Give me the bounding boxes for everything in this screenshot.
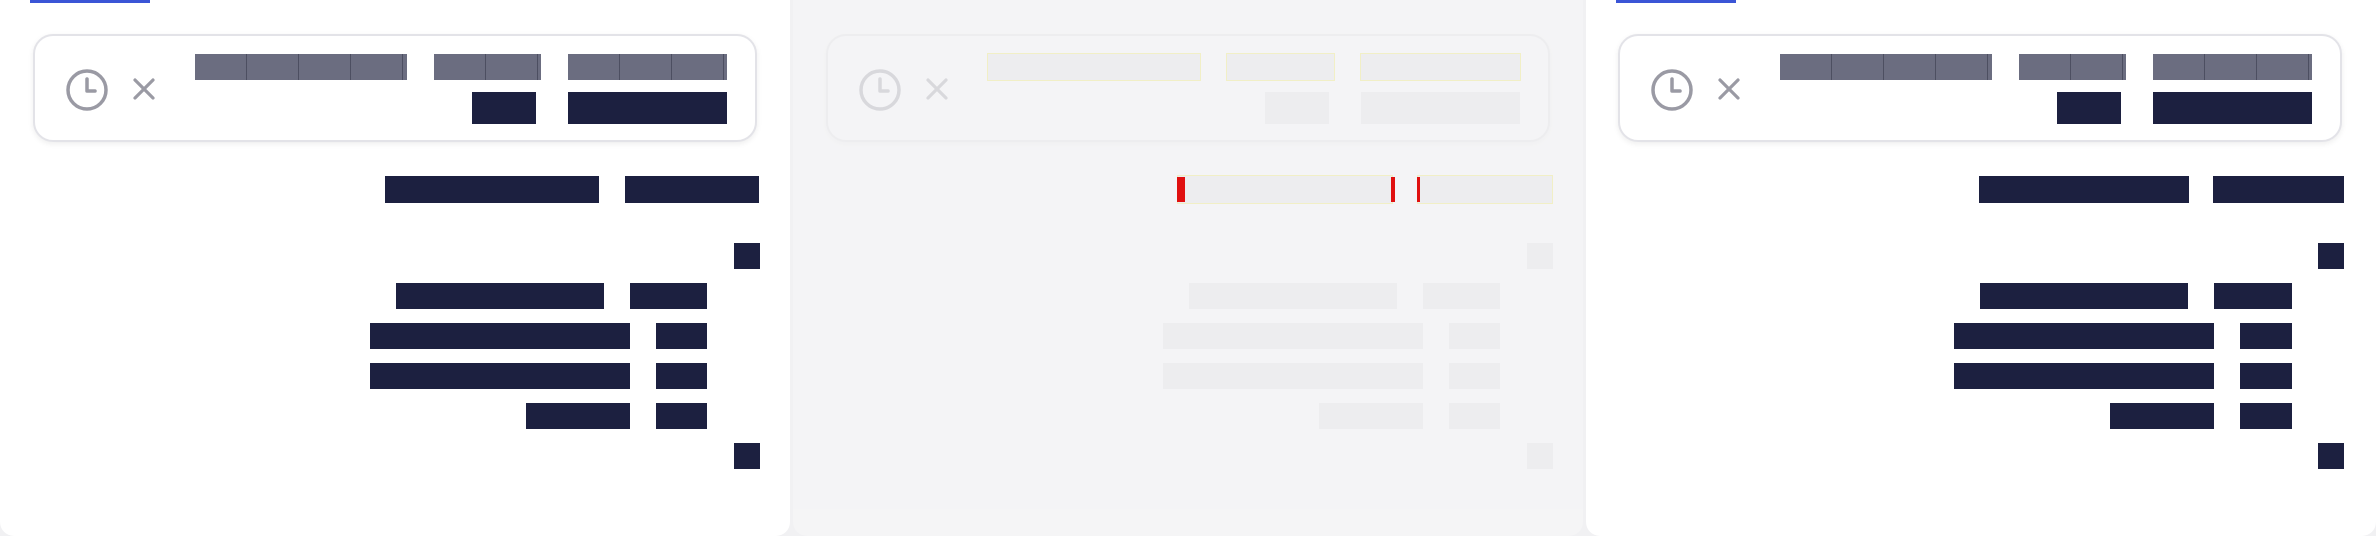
row-1-label-redacted — [1980, 283, 2188, 309]
close-icon[interactable] — [131, 76, 157, 102]
card-time-redacted — [2153, 54, 2312, 80]
row-1-value-redacted — [2214, 283, 2292, 309]
row-3-value-redacted — [656, 363, 707, 389]
clock-icon — [859, 69, 901, 111]
row-3-value-redacted — [2240, 363, 2292, 389]
history-card[interactable] — [1618, 34, 2342, 142]
card-title-placeholder — [987, 53, 1201, 81]
card-value-redacted — [568, 92, 727, 124]
row-2-label-placeholder — [1163, 323, 1423, 349]
diff-marker — [1391, 177, 1395, 202]
card-label-redacted — [472, 92, 536, 124]
heading-value-placeholder — [1417, 175, 1553, 204]
row-3-label-placeholder — [1163, 363, 1423, 389]
heading-redacted — [1979, 176, 2189, 203]
row-4-value-placeholder — [1449, 403, 1500, 429]
close-icon[interactable] — [1716, 76, 1742, 102]
card-date-placeholder — [1226, 53, 1335, 81]
history-card[interactable] — [33, 34, 757, 142]
card-value-redacted — [2153, 92, 2312, 124]
heading-redacted — [385, 176, 599, 203]
row-4-value-redacted — [2240, 403, 2292, 429]
clock-icon[interactable] — [65, 68, 109, 112]
card-date-redacted — [434, 54, 541, 80]
row-3-label-redacted — [370, 363, 630, 389]
row-4-label-placeholder — [1319, 403, 1423, 429]
toggle-placeholder-top — [1527, 243, 1553, 269]
close-icon — [926, 78, 948, 100]
card-time-placeholder — [1360, 53, 1521, 81]
row-4-label-redacted — [2110, 403, 2214, 429]
expand-toggle-bottom[interactable] — [2318, 443, 2344, 469]
diff-marker — [1417, 177, 1420, 202]
expand-toggle-top[interactable] — [734, 243, 760, 269]
active-tab-indicator — [30, 0, 150, 3]
timeline-panel-2-placeholder — [793, 0, 1583, 536]
card-value-placeholder — [1361, 92, 1520, 124]
heading-value-redacted — [2213, 176, 2344, 203]
card-label-placeholder — [1265, 92, 1329, 124]
card-label-redacted — [2057, 92, 2121, 124]
row-2-label-redacted — [1954, 323, 2214, 349]
row-3-label-redacted — [1954, 363, 2214, 389]
row-2-value-redacted — [2240, 323, 2292, 349]
toggle-placeholder-bottom — [1527, 443, 1553, 469]
heading-value-redacted — [625, 176, 759, 203]
row-2-value-redacted — [656, 323, 707, 349]
history-card-placeholder — [826, 34, 1550, 142]
row-1-label-redacted — [396, 283, 604, 309]
timeline-panel-3 — [1586, 0, 2376, 536]
expand-toggle-top[interactable] — [2318, 243, 2344, 269]
card-title-redacted — [195, 54, 407, 80]
diff-marker — [1177, 177, 1185, 202]
row-1-value-redacted — [630, 283, 707, 309]
row-3-value-placeholder — [1449, 363, 1500, 389]
timeline-panel-1 — [0, 0, 790, 536]
row-2-label-redacted — [370, 323, 630, 349]
row-2-value-placeholder — [1449, 323, 1500, 349]
active-tab-indicator — [1616, 0, 1736, 3]
row-4-label-redacted — [526, 403, 630, 429]
row-1-label-placeholder — [1189, 283, 1397, 309]
card-date-redacted — [2019, 54, 2126, 80]
clock-icon[interactable] — [1650, 68, 1694, 112]
heading-placeholder — [1177, 175, 1393, 204]
card-title-redacted — [1780, 54, 1992, 80]
row-1-value-placeholder — [1423, 283, 1500, 309]
card-time-redacted — [568, 54, 727, 80]
expand-toggle-bottom[interactable] — [734, 443, 760, 469]
row-4-value-redacted — [656, 403, 707, 429]
